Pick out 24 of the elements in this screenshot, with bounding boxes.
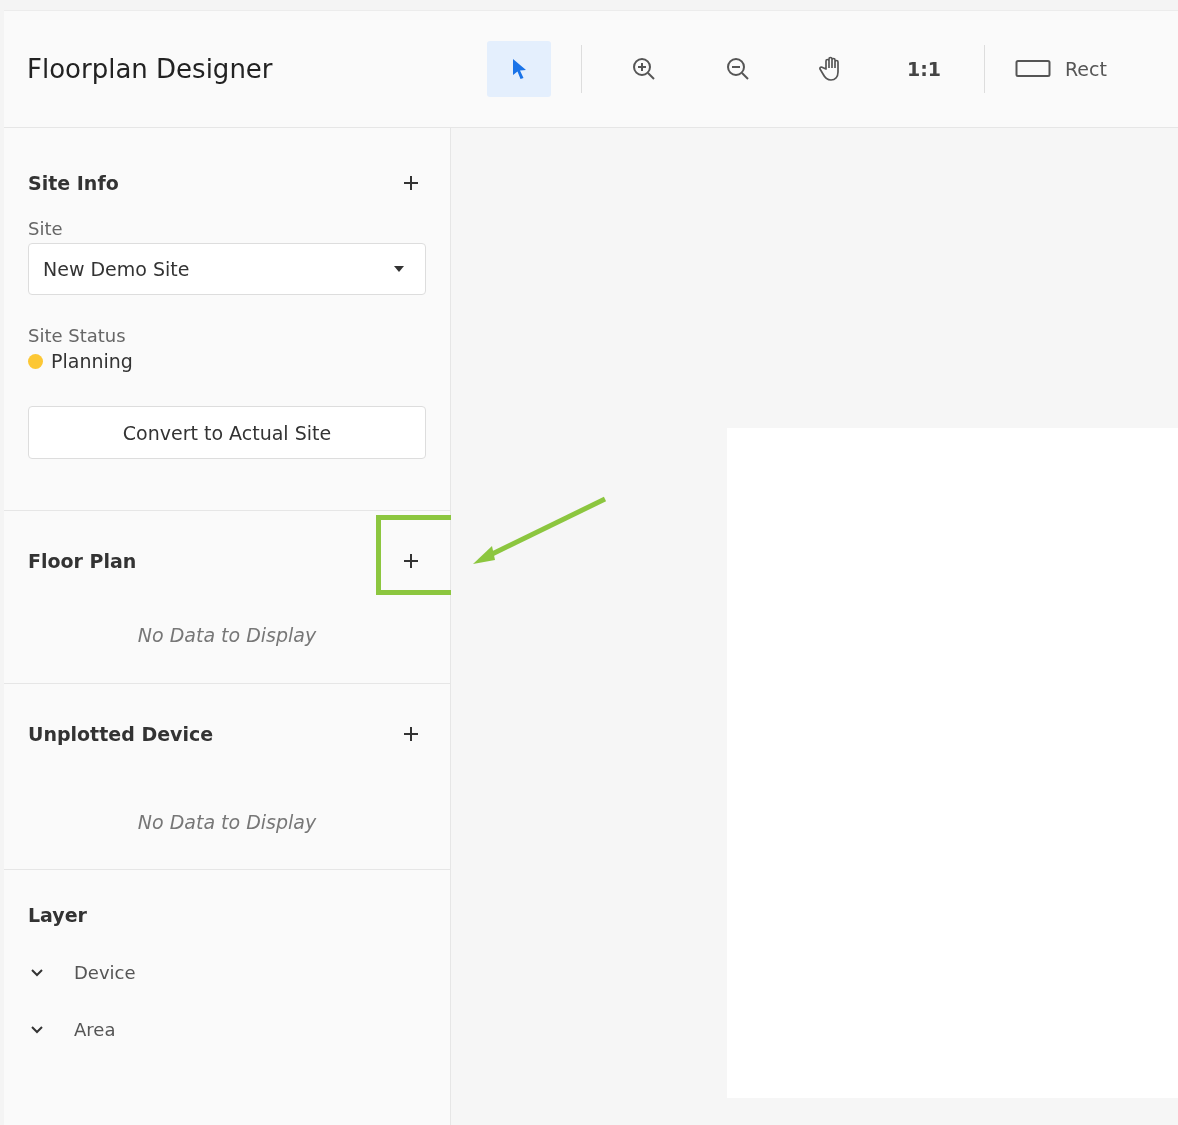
plus-icon <box>403 553 419 569</box>
zoom-out-icon <box>725 56 751 82</box>
convert-button[interactable]: Convert to Actual Site <box>28 406 426 459</box>
plus-icon <box>403 175 419 191</box>
zoom-in-icon <box>631 56 657 82</box>
section-title: Layer <box>28 904 88 926</box>
pointer-tool-button[interactable] <box>487 41 551 97</box>
field-label: Site Status <box>28 325 127 346</box>
caret-icon <box>393 265 405 273</box>
field-label: Site <box>28 218 64 239</box>
empty-message: No Data to Display <box>137 624 317 646</box>
section-title: Site Info <box>28 172 119 194</box>
rectangle-icon <box>1015 59 1051 79</box>
rect-tool-button[interactable]: Rect <box>1015 41 1107 97</box>
app-title: Floorplan Designer <box>27 54 274 84</box>
layer-item[interactable]: Device <box>28 962 426 983</box>
section-title: Unplotted Device <box>28 723 214 745</box>
status-text: Planning <box>51 350 133 372</box>
site-dropdown[interactable]: New Demo Site <box>28 243 426 295</box>
empty-message: No Data to Display <box>137 811 317 833</box>
actual-size-button[interactable]: 1:1 <box>894 41 954 97</box>
plus-icon <box>403 726 419 742</box>
section-title: Floor Plan <box>28 550 137 572</box>
layer-item[interactable]: Area <box>28 1019 426 1040</box>
